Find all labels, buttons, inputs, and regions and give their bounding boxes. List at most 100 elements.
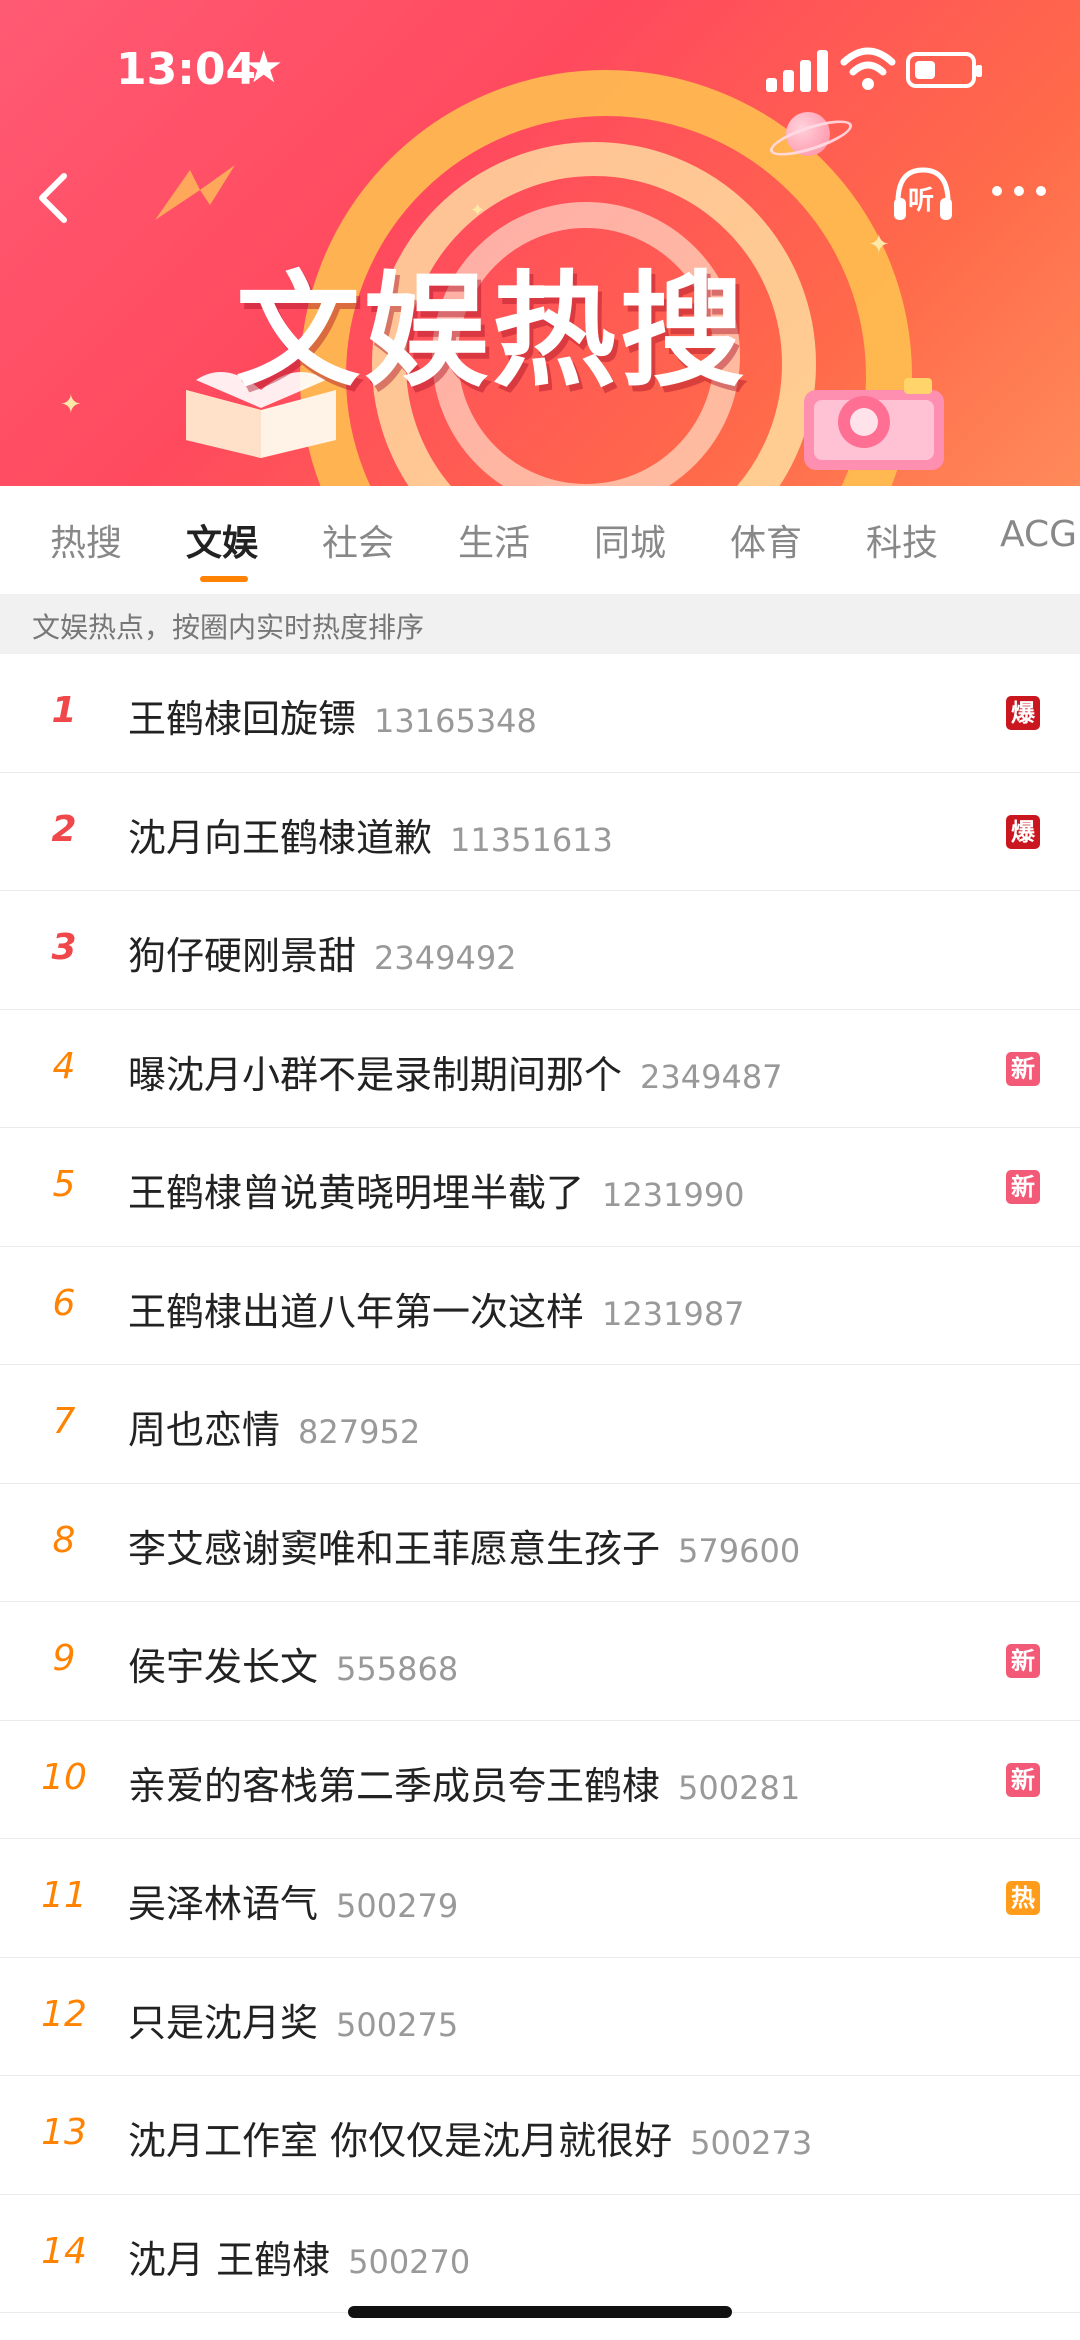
topic-title: 亲爱的客栈第二季成员夸王鹤棣 — [128, 1763, 661, 1808]
topic-link[interactable]: 王鹤棣曾说黄晓明埋半截了 1231990 — [128, 1162, 745, 1217]
list-item[interactable]: 9 侯宇发长文 555868 新 — [0, 1602, 1080, 1721]
rank-number: 1 — [51, 690, 77, 731]
list-item[interactable]: 6 王鹤棣出道八年第一次这样 1231987 — [0, 1247, 1080, 1365]
topic-link[interactable]: 侯宇发长文 555868 — [128, 1636, 458, 1691]
more-options-icon[interactable] — [984, 166, 1054, 216]
list-item[interactable]: 14 沈月 王鹤棣 500270 — [0, 2195, 1080, 2313]
heat-count: 13165348 — [374, 702, 537, 740]
rank-number: 3 — [51, 927, 77, 968]
topic-link[interactable]: 沈月 王鹤棣 500270 — [128, 2229, 470, 2284]
topic-link[interactable]: 李艾感谢窦唯和王菲愿意生孩子 579600 — [128, 1518, 800, 1573]
tab-hot-search[interactable]: 热搜 — [50, 514, 122, 566]
list-description: 文娱热点，按圈内实时热度排序 — [0, 594, 1080, 654]
topic-title: 李艾感谢窦唯和王菲愿意生孩子 — [128, 1526, 661, 1571]
list-item[interactable]: 7 周也恋情 827952 — [0, 1365, 1080, 1484]
status-badge: 热 — [1006, 1881, 1040, 1915]
cellular-signal-icon — [766, 48, 828, 92]
topic-title: 侯宇发长文 — [128, 1645, 319, 1689]
list-item[interactable]: 11 吴泽林语气 500279 热 — [0, 1839, 1080, 1958]
topic-title: 沈月 王鹤棣 — [128, 2237, 331, 2282]
tab-tech[interactable]: 科技 — [866, 514, 938, 566]
topic-title: 王鹤棣回旋镖 — [128, 697, 357, 741]
tab-local[interactable]: 同城 — [594, 514, 666, 566]
heat-count: 500281 — [678, 1768, 801, 1807]
active-tab-indicator — [200, 576, 248, 582]
heat-count: 500275 — [336, 2005, 459, 2044]
rank-number: 9 — [52, 1638, 76, 1679]
topic-title: 吴泽林语气 — [128, 1882, 319, 1926]
heat-count: 827952 — [298, 1413, 421, 1451]
status-badge: 新 — [1006, 1762, 1040, 1797]
topic-link[interactable]: 王鹤棣出道八年第一次这样 1231987 — [128, 1281, 745, 1336]
list-item[interactable]: 10 亲爱的客栈第二季成员夸王鹤棣 500281 新 — [0, 1721, 1080, 1839]
tab-entertainment[interactable]: 文娱 — [186, 514, 258, 566]
arrow-decoration — [155, 165, 235, 220]
star-icon: ★ — [244, 42, 284, 93]
status-badge: 新 — [1006, 1170, 1040, 1204]
rank-number: 10 — [41, 1756, 87, 1798]
status-badge: 爆 — [1006, 814, 1040, 849]
topic-link[interactable]: 王鹤棣回旋镖 13165348 — [128, 688, 537, 743]
rank-number: 8 — [52, 1519, 76, 1561]
back-arrow-icon[interactable] — [20, 162, 90, 232]
heat-count: 500270 — [348, 2242, 471, 2281]
category-tabs: 热搜 文娱 社会 生活 同城 体育 科技 ACG — [0, 486, 1080, 590]
status-bar: 13:04 ★ — [0, 0, 1080, 140]
home-indicator[interactable] — [348, 2306, 732, 2318]
wifi-icon — [840, 47, 896, 90]
topic-link[interactable]: 吴泽林语气 500279 — [128, 1873, 458, 1928]
list-description-text: 文娱热点，按圈内实时热度排序 — [32, 611, 425, 644]
list-item[interactable]: 3 狗仔硬刚景甜 2349492 — [0, 891, 1080, 1010]
topic-link[interactable]: 曝沈月小群不是录制期间那个 2349487 — [128, 1044, 783, 1099]
topic-link[interactable]: 狗仔硬刚景甜 2349492 — [128, 925, 517, 980]
sparkle-icon: ✦ — [470, 200, 486, 221]
status-time: 13:04 — [116, 44, 257, 95]
topic-title: 沈月工作室 你仅仅是沈月就很好 — [128, 2119, 673, 2163]
topic-title: 王鹤棣曾说黄晓明埋半截了 — [128, 1171, 585, 1215]
list-item[interactable]: 1 王鹤棣回旋镖 13165348 爆 — [0, 654, 1080, 773]
camera-illustration — [804, 378, 944, 470]
heat-count: 555868 — [336, 1650, 459, 1688]
tab-sports[interactable]: 体育 — [730, 514, 802, 566]
heat-count: 500279 — [336, 1887, 459, 1925]
rank-number: 13 — [41, 2112, 87, 2153]
heat-count: 11351613 — [450, 820, 613, 859]
listen-button[interactable]: 听 — [888, 160, 958, 230]
topic-link[interactable]: 沈月向王鹤棣道歉 11351613 — [128, 807, 613, 862]
list-item[interactable]: 2 沈月向王鹤棣道歉 11351613 爆 — [0, 773, 1080, 891]
topic-link[interactable]: 沈月工作室 你仅仅是沈月就很好 500273 — [128, 2110, 812, 2165]
rank-number: 14 — [41, 2230, 87, 2272]
topic-link[interactable]: 亲爱的客栈第二季成员夸王鹤棣 500281 — [128, 1755, 800, 1810]
tab-society[interactable]: 社会 — [322, 514, 394, 566]
list-item[interactable]: 4 曝沈月小群不是录制期间那个 2349487 新 — [0, 1010, 1080, 1128]
status-badge: 爆 — [1006, 696, 1040, 730]
topic-link[interactable]: 只是沈月奖 500275 — [128, 1992, 458, 2047]
rank-number: 12 — [41, 1993, 87, 2035]
list-item[interactable]: 12 只是沈月奖 500275 — [0, 1958, 1080, 2076]
topic-title: 周也恋情 — [128, 1408, 281, 1452]
sparkle-icon: ✦ — [868, 230, 890, 260]
battery-icon — [906, 52, 982, 88]
status-badge: 新 — [1006, 1644, 1040, 1678]
tab-acg[interactable]: ACG — [1000, 514, 1077, 555]
rank-number: 2 — [51, 808, 77, 850]
topic-title: 沈月向王鹤棣道歉 — [128, 815, 433, 860]
heat-count: 2349487 — [640, 1057, 783, 1096]
heat-count: 500273 — [690, 2124, 813, 2162]
tab-life[interactable]: 生活 — [458, 514, 530, 566]
sparkle-icon: ✦ — [60, 390, 82, 420]
topic-title: 狗仔硬刚景甜 — [128, 934, 357, 978]
list-item[interactable]: 8 李艾感谢窦唯和王菲愿意生孩子 579600 — [0, 1484, 1080, 1602]
list-item[interactable]: 5 王鹤棣曾说黄晓明埋半截了 1231990 新 — [0, 1128, 1080, 1247]
heat-count: 579600 — [678, 1531, 801, 1570]
status-badge: 新 — [1006, 1051, 1040, 1086]
heat-count: 1231990 — [602, 1176, 745, 1214]
topic-title: 王鹤棣出道八年第一次这样 — [128, 1289, 585, 1334]
page-title: 文娱热搜 — [236, 260, 749, 404]
topic-title: 只是沈月奖 — [128, 2000, 319, 2045]
heat-count: 2349492 — [374, 939, 517, 977]
topic-title: 曝沈月小群不是录制期间那个 — [128, 1052, 623, 1097]
list-item[interactable]: 13 沈月工作室 你仅仅是沈月就很好 500273 — [0, 2076, 1080, 2195]
rank-number: 4 — [52, 1045, 76, 1087]
topic-link[interactable]: 周也恋情 827952 — [128, 1399, 420, 1454]
